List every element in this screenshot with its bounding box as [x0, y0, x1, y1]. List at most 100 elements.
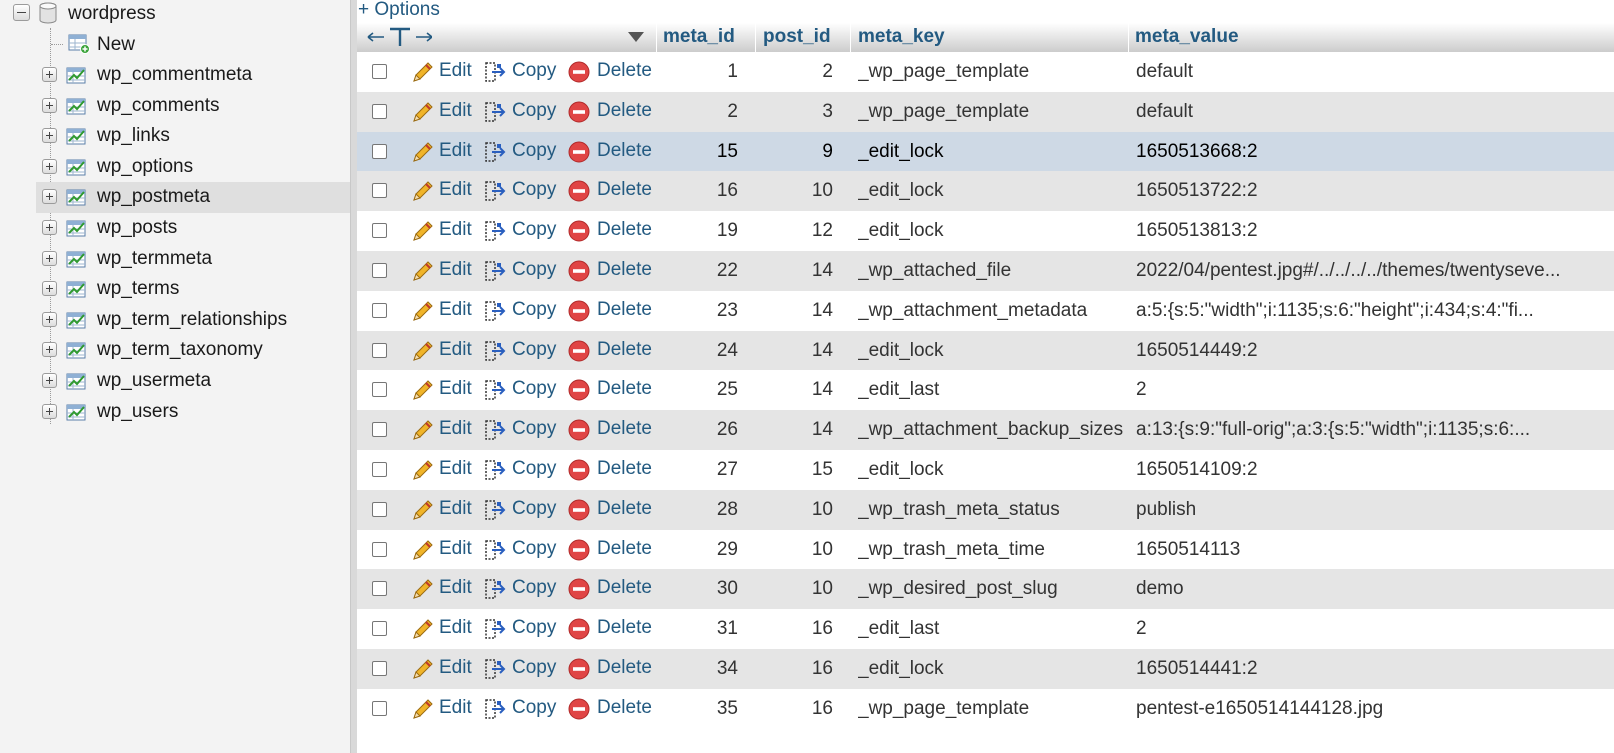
cell-meta-value[interactable]: default	[1136, 52, 1614, 92]
delete-button[interactable]: Delete	[568, 140, 658, 164]
delete-button[interactable]: Delete	[568, 219, 658, 243]
delete-button[interactable]: Delete	[568, 458, 658, 482]
nav-table-wp-terms[interactable]: wp_terms	[0, 274, 350, 305]
cell-meta-key[interactable]: _wp_attachment_backup_sizes	[858, 410, 1130, 450]
cell-meta-key[interactable]: _edit_lock	[858, 331, 1130, 371]
cell-meta-value[interactable]: 1650513722:2	[1136, 171, 1614, 211]
copy-button[interactable]: Copy	[484, 100, 564, 124]
cell-post-id[interactable]: 14	[757, 251, 833, 291]
row-checkbox[interactable]	[372, 183, 387, 199]
cell-meta-id[interactable]: 25	[656, 370, 738, 410]
cell-meta-value[interactable]: 1650514109:2	[1136, 450, 1614, 490]
column-header-post-id[interactable]: post_id	[756, 23, 851, 52]
cell-post-id[interactable]: 10	[757, 490, 833, 530]
cell-meta-id[interactable]: 27	[656, 450, 738, 490]
cell-meta-key[interactable]: _edit_lock	[858, 211, 1130, 251]
copy-button[interactable]: Copy	[484, 259, 564, 283]
delete-button[interactable]: Delete	[568, 697, 658, 721]
expand-icon[interactable]	[42, 67, 57, 82]
row-checkbox[interactable]	[372, 700, 387, 716]
expand-icon[interactable]	[42, 97, 57, 113]
expand-icon[interactable]	[42, 128, 57, 144]
new-table-node[interactable]: New	[0, 29, 350, 60]
delete-button[interactable]: Delete	[568, 538, 658, 562]
nav-table-wp-usermeta[interactable]: wp_usermeta	[0, 366, 350, 397]
edit-button[interactable]: Edit	[411, 339, 475, 363]
delete-button[interactable]: Delete	[568, 299, 658, 323]
cell-meta-value[interactable]: publish	[1136, 490, 1614, 530]
edit-button[interactable]: Edit	[411, 140, 475, 164]
edit-button[interactable]: Edit	[411, 498, 475, 522]
nav-table-wp-users[interactable]: wp_users	[0, 397, 350, 428]
edit-button[interactable]: Edit	[411, 378, 475, 402]
copy-button[interactable]: Copy	[484, 60, 564, 84]
copy-button[interactable]: Copy	[484, 458, 564, 482]
column-header-meta-id[interactable]: meta_id	[656, 23, 756, 52]
copy-button[interactable]: Copy	[484, 538, 564, 562]
cell-meta-value[interactable]: 1650514113	[1136, 530, 1614, 570]
cell-meta-id[interactable]: 35	[656, 689, 738, 729]
nav-table-wp-termmeta[interactable]: wp_termmeta	[0, 244, 350, 275]
cell-meta-value[interactable]: demo	[1136, 569, 1614, 609]
row-checkbox[interactable]	[372, 103, 387, 119]
sort-dropdown-icon[interactable]	[627, 31, 645, 43]
cell-meta-id[interactable]: 15	[656, 132, 738, 172]
cell-meta-id[interactable]: 26	[656, 410, 738, 450]
expand-icon[interactable]	[42, 311, 57, 327]
expand-icon[interactable]	[42, 342, 57, 358]
expand-icon[interactable]	[42, 373, 57, 388]
delete-button[interactable]: Delete	[568, 418, 658, 442]
column-arrows-icon[interactable]	[366, 26, 432, 48]
delete-button[interactable]: Delete	[568, 179, 658, 203]
row-checkbox[interactable]	[372, 581, 387, 597]
copy-button[interactable]: Copy	[484, 140, 564, 164]
delete-button[interactable]: Delete	[568, 259, 658, 283]
cell-meta-key[interactable]: _wp_page_template	[858, 92, 1130, 132]
cell-meta-key[interactable]: _wp_attached_file	[858, 251, 1130, 291]
delete-button[interactable]: Delete	[568, 60, 658, 84]
copy-button[interactable]: Copy	[484, 577, 564, 601]
edit-button[interactable]: Edit	[411, 299, 475, 323]
nav-table-wp-commentmeta[interactable]: wp_commentmeta	[0, 60, 350, 91]
copy-button[interactable]: Copy	[484, 339, 564, 363]
edit-button[interactable]: Edit	[411, 100, 475, 124]
nav-table-wp-options[interactable]: wp_options	[0, 152, 350, 183]
edit-button[interactable]: Edit	[411, 538, 475, 562]
cell-meta-id[interactable]: 23	[656, 291, 738, 331]
row-checkbox[interactable]	[372, 223, 387, 239]
cell-meta-value[interactable]: pentest-e1650514144128.jpg	[1136, 689, 1614, 729]
cell-meta-value[interactable]: 1650514441:2	[1136, 649, 1614, 689]
cell-meta-key[interactable]: _wp_attachment_metadata	[858, 291, 1130, 331]
nav-table-wp-posts[interactable]: wp_posts	[0, 213, 350, 244]
copy-button[interactable]: Copy	[484, 378, 564, 402]
copy-button[interactable]: Copy	[484, 179, 564, 203]
cell-meta-key[interactable]: _edit_lock	[858, 649, 1130, 689]
row-checkbox[interactable]	[372, 501, 387, 517]
cell-post-id[interactable]: 14	[757, 291, 833, 331]
expand-icon[interactable]	[42, 403, 57, 419]
expand-icon[interactable]	[42, 158, 57, 174]
column-header-meta-value[interactable]: meta_value	[1129, 23, 1614, 52]
delete-button[interactable]: Delete	[568, 378, 658, 402]
expand-icon[interactable]	[42, 250, 57, 266]
cell-post-id[interactable]: 9	[757, 132, 833, 172]
edit-button[interactable]: Edit	[411, 657, 475, 681]
copy-button[interactable]: Copy	[484, 697, 564, 721]
cell-post-id[interactable]: 16	[757, 649, 833, 689]
cell-meta-value[interactable]: 2	[1136, 370, 1614, 410]
copy-button[interactable]: Copy	[484, 418, 564, 442]
cell-meta-key[interactable]: _wp_trash_meta_status	[858, 490, 1130, 530]
options-link[interactable]: + Options	[358, 0, 440, 21]
expand-icon[interactable]	[42, 281, 57, 297]
expand-icon[interactable]	[42, 220, 57, 235]
cell-meta-key[interactable]: _edit_lock	[858, 132, 1130, 172]
edit-button[interactable]: Edit	[411, 219, 475, 243]
cell-meta-value[interactable]: a:5:{s:5:"width";i:1135;s:6:"height";i:4…	[1136, 291, 1614, 331]
cell-post-id[interactable]: 12	[757, 211, 833, 251]
row-checkbox[interactable]	[372, 462, 387, 477]
cell-post-id[interactable]: 10	[757, 530, 833, 570]
cell-post-id[interactable]: 10	[757, 569, 833, 609]
cell-meta-key[interactable]: _wp_page_template	[858, 689, 1130, 729]
copy-button[interactable]: Copy	[484, 617, 564, 641]
cell-meta-id[interactable]: 34	[656, 649, 738, 689]
